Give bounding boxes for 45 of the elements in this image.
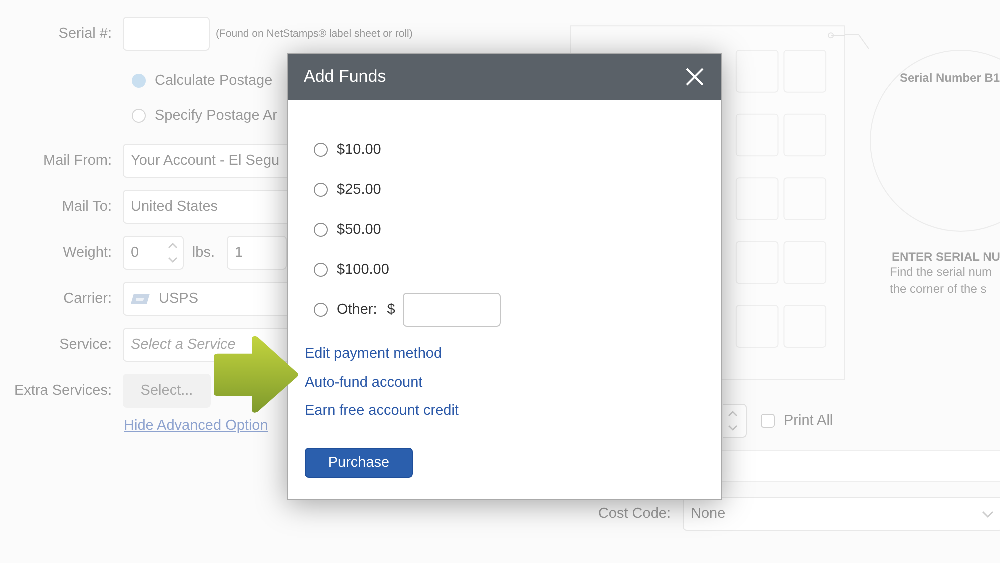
leader-line xyxy=(845,34,870,50)
currency-symbol: $ xyxy=(387,302,396,318)
dialog-title: Add Funds xyxy=(304,67,386,87)
unit-label: lbs. xyxy=(192,245,215,261)
chevron-down-icon xyxy=(981,509,995,519)
field-label: Weight: xyxy=(62,245,112,261)
field-label: Serial #: xyxy=(58,26,112,42)
amount-label: $50.00 xyxy=(337,222,382,238)
amount-label: $100.00 xyxy=(337,262,390,278)
radio-button[interactable] xyxy=(314,143,328,157)
hide-options-link[interactable]: Hide Advanced Option xyxy=(124,418,287,434)
amount-label: $25.00 xyxy=(337,182,382,198)
serial-number-text: Serial Number B1 xyxy=(900,71,1000,85)
checkbox-label: Print All xyxy=(784,413,834,429)
amount-label: $10.00 xyxy=(337,142,382,158)
pounds-field[interactable]: 0 xyxy=(123,236,184,270)
instruction-text: Find the serial num xyxy=(889,264,994,281)
radio-button[interactable] xyxy=(314,303,328,317)
ounces-field[interactable]: 1 xyxy=(227,236,287,270)
purchase-button[interactable]: Purchase xyxy=(305,448,413,478)
amount-field[interactable] xyxy=(403,293,502,327)
radio-button[interactable] xyxy=(314,183,328,197)
input-field[interactable] xyxy=(722,450,1000,482)
instruction-heading: ENTER SERIAL NU xyxy=(891,250,1000,264)
dialog-link[interactable]: Auto-fund account xyxy=(305,368,423,397)
field-label: Service: xyxy=(58,337,112,353)
radio-label: Specify Postage Ar xyxy=(155,108,278,124)
field-label: Mail From: xyxy=(42,153,112,169)
select-button[interactable]: Select... xyxy=(123,374,211,408)
radio-label: Calculate Postage xyxy=(155,73,273,89)
cost-code-dropdown[interactable]: None xyxy=(683,497,1000,531)
other-label: Other: xyxy=(337,302,378,318)
field-label: Carrier: xyxy=(62,291,112,307)
dialog-link[interactable]: Earn free account credit xyxy=(305,397,459,426)
hint-text: (Found on NetStamps® label sheet or roll) xyxy=(216,28,413,40)
field-label: Mail To: xyxy=(61,199,112,215)
checkbox[interactable] xyxy=(761,414,775,428)
field-label: Cost Code: xyxy=(597,506,671,522)
instruction-text: the corner of the s xyxy=(889,281,988,298)
quantity-spinner-icon[interactable] xyxy=(723,404,747,438)
field-label: Extra Services: xyxy=(14,383,112,399)
eagle-logo-icon xyxy=(131,293,151,305)
radio-button[interactable] xyxy=(314,263,328,277)
close-icon[interactable] xyxy=(685,67,705,87)
radio-button[interactable] xyxy=(314,223,328,237)
